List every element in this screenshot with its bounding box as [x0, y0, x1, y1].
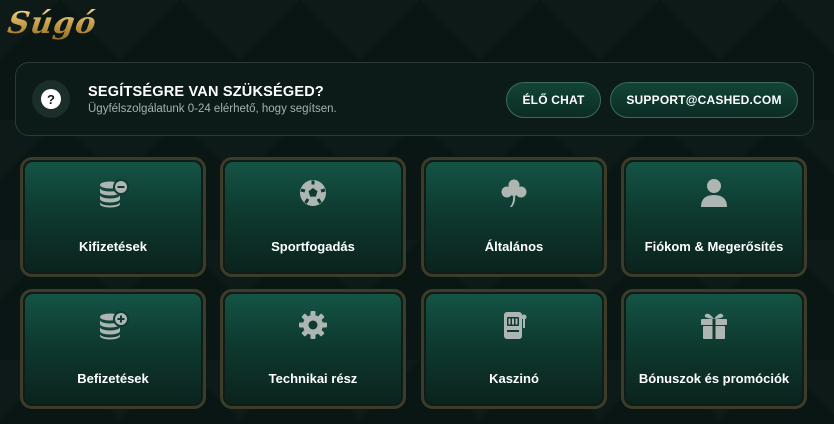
category-label: Befizetések — [77, 371, 149, 386]
live-chat-button[interactable]: ÉLŐ CHAT — [506, 82, 601, 118]
category-card-bonuses[interactable]: Bónuszok és promóciók — [621, 289, 807, 409]
clover-icon — [501, 179, 527, 207]
gift-icon — [701, 313, 727, 339]
category-label: Kaszinó — [489, 371, 539, 386]
help-subtitle: Ügyfélszolgálatunk 0-24 elérhető, hogy s… — [88, 102, 337, 115]
category-card-deposits[interactable]: Befizetések — [20, 289, 206, 409]
help-banner: ? SEGÍTSÉGRE VAN SZÜKSÉGED? Ügyfélszolgá… — [15, 62, 814, 136]
category-label: Fiókom & Megerősítés — [644, 239, 784, 254]
gear-icon — [299, 311, 327, 339]
category-label: Bónuszok és promóciók — [638, 371, 790, 386]
category-label: Technikai rész — [268, 371, 358, 386]
help-title: SEGÍTSÉGRE VAN SZÜKSÉGED? — [88, 83, 324, 100]
slot-machine-icon — [504, 312, 527, 339]
question-icon: ? — [32, 80, 70, 118]
category-card-sports-betting[interactable]: Sportfogadás — [220, 157, 406, 277]
category-card-general[interactable]: Általános — [421, 157, 607, 277]
coins-minus-icon — [100, 179, 129, 208]
soccer-ball-icon — [300, 180, 326, 206]
coins-plus-icon — [100, 311, 129, 340]
user-icon — [701, 179, 727, 207]
category-label: Sportfogadás — [271, 239, 355, 254]
category-card-casino[interactable]: Kaszinó — [421, 289, 607, 409]
category-label: Kifizetések — [79, 239, 147, 254]
category-card-withdrawals[interactable]: Kifizetések — [20, 157, 206, 277]
logo[interactable]: Súgó — [6, 6, 99, 41]
category-card-technical[interactable]: Technikai rész — [220, 289, 406, 409]
category-card-account-verification[interactable]: Fiókom & Megerősítés — [621, 157, 807, 277]
category-label: Általános — [484, 239, 544, 254]
help-text: SEGÍTSÉGRE VAN SZÜKSÉGED? Ügyfélszolgála… — [88, 84, 337, 115]
support-email-button[interactable]: SUPPORT@CASHED.COM — [610, 82, 798, 118]
